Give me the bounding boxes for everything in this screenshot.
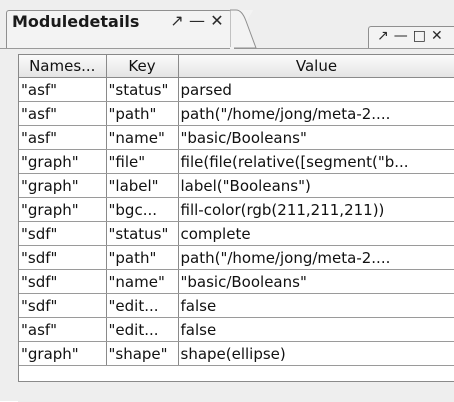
cell-names[interactable]: "sdf" — [19, 245, 107, 270]
cell-key[interactable]: "name" — [106, 125, 179, 150]
cell-value[interactable]: shape(ellipse) — [178, 341, 454, 366]
tab-title: Moduledetails — [12, 12, 140, 31]
table-footer — [18, 381, 454, 402]
table-row[interactable]: "asf" "status" parsed — [19, 77, 454, 102]
cell-key[interactable]: "bgc... — [106, 197, 179, 222]
cell-value[interactable]: fill-color(rgb(211,211,211)) — [178, 197, 454, 222]
column-header-value[interactable]: Value — [178, 55, 454, 78]
cell-key[interactable]: "status" — [106, 77, 179, 102]
cell-key[interactable]: "edit... — [106, 317, 179, 342]
tab-controls: ↗ — ✕ — [170, 11, 224, 30]
cell-names[interactable]: "graph" — [19, 341, 107, 366]
details-table: Names... Key Value "asf" "status" parsed "a… — [19, 55, 454, 366]
cell-names[interactable]: "asf" — [19, 77, 107, 102]
cell-names[interactable]: "asf" — [19, 101, 107, 126]
table-row[interactable]: "sdf" "path" path("/home/jong/meta-2.... — [19, 245, 454, 270]
cell-key[interactable]: "status" — [106, 221, 179, 246]
cell-value[interactable]: false — [178, 317, 454, 342]
cell-key[interactable]: "label" — [106, 173, 179, 198]
table-row[interactable]: "sdf" "status" complete — [19, 221, 454, 246]
maximize-icon[interactable]: □ — [413, 28, 426, 44]
cell-key[interactable]: "shape" — [106, 341, 179, 366]
cell-names[interactable]: "asf" — [19, 317, 107, 342]
table-row[interactable]: "asf" "edit... false — [19, 317, 454, 342]
secondary-tab[interactable]: ↗ — □ ✕ — [368, 26, 454, 48]
pin-icon[interactable]: ↗ — [170, 11, 184, 30]
table-row[interactable]: "sdf" "edit... false — [19, 293, 454, 318]
minimize-icon[interactable]: — — [394, 28, 408, 44]
minimize-icon[interactable]: — — [189, 11, 205, 30]
cell-value[interactable]: false — [178, 293, 454, 318]
cell-value[interactable]: path("/home/jong/meta-2.... — [178, 245, 454, 270]
column-header-names[interactable]: Names... — [19, 55, 107, 78]
cell-key[interactable]: "path" — [106, 245, 179, 270]
cell-names[interactable]: "sdf" — [19, 293, 107, 318]
cell-names[interactable]: "graph" — [19, 149, 107, 174]
cell-value[interactable]: label("Booleans") — [178, 173, 454, 198]
secondary-tab-controls: ↗ — □ ✕ — [377, 28, 443, 44]
pin-icon[interactable]: ↗ — [377, 28, 389, 44]
cell-key[interactable]: "path" — [106, 101, 179, 126]
cell-key[interactable]: "file" — [106, 149, 179, 174]
cell-names[interactable]: "asf" — [19, 125, 107, 150]
table-row[interactable]: "graph" "bgc... fill-color(rgb(211,211,211… — [19, 197, 454, 222]
details-table-container[interactable]: Names... Key Value "asf" "status" parsed "a… — [18, 54, 454, 385]
cell-key[interactable]: "edit... — [106, 293, 179, 318]
cell-value[interactable]: file(file(relative([segment("b... — [178, 149, 454, 174]
column-header-key[interactable]: Key — [106, 55, 179, 78]
cell-names[interactable]: "graph" — [19, 173, 107, 198]
table-row[interactable]: "asf" "path" path("/home/jong/meta-2.... — [19, 101, 454, 126]
cell-value[interactable]: path("/home/jong/meta-2.... — [178, 101, 454, 126]
close-icon[interactable]: ✕ — [210, 11, 224, 30]
cell-names[interactable]: "sdf" — [19, 221, 107, 246]
tab-strip: Moduledetails ↗ — ✕ ↗ — □ ✕ — [0, 0, 454, 49]
tab-edge — [230, 9, 260, 49]
table-row[interactable]: "graph" "label" label("Booleans") — [19, 173, 454, 198]
cell-value[interactable]: parsed — [178, 77, 454, 102]
module-details-panel: Moduledetails ↗ — ✕ ↗ — □ ✕ Names... Key… — [0, 0, 454, 402]
close-icon[interactable]: ✕ — [431, 28, 443, 44]
table-row[interactable]: "sdf" "name" "basic/Booleans" — [19, 269, 454, 294]
cell-value[interactable]: "basic/Booleans" — [178, 125, 454, 150]
cell-names[interactable]: "graph" — [19, 197, 107, 222]
cell-value[interactable]: "basic/Booleans" — [178, 269, 454, 294]
cell-value[interactable]: complete — [178, 221, 454, 246]
table-row[interactable]: "graph" "shape" shape(ellipse) — [19, 341, 454, 366]
cell-key[interactable]: "name" — [106, 269, 179, 294]
cell-names[interactable]: "sdf" — [19, 269, 107, 294]
header-row: Names... Key Value — [19, 55, 454, 78]
table-row[interactable]: "graph" "file" file(file(relative([segment… — [19, 149, 454, 174]
table-row[interactable]: "asf" "name" "basic/Booleans" — [19, 125, 454, 150]
